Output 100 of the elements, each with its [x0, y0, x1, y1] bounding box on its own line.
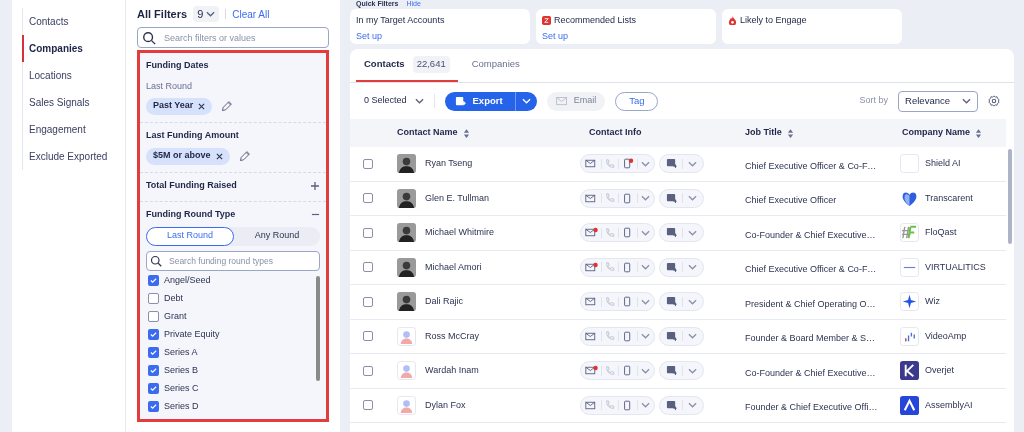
company-name[interactable]: Shield AI [925, 157, 961, 171]
tab[interactable]: Contacts 22,641 [356, 49, 458, 82]
option-label: Grant [164, 309, 187, 323]
column-header[interactable]: Job Title [745, 126, 782, 140]
nav-item[interactable]: Contacts [22, 8, 125, 35]
export-group[interactable] [659, 292, 704, 312]
quick-filter-card[interactable]: Recommended Lists Set up [536, 9, 716, 44]
checkbox[interactable] [148, 329, 159, 340]
contact-name[interactable]: Michael Amori [425, 260, 482, 274]
contact-name[interactable]: Dali Rajic [425, 295, 463, 309]
caret-icon [641, 298, 650, 305]
company-name[interactable]: VIRTUALITICS [925, 260, 986, 274]
export-icon [454, 95, 466, 107]
export-group[interactable] [659, 326, 704, 346]
flame-icon [728, 16, 737, 26]
search-field[interactable]: Search filters or values [137, 27, 329, 48]
card-title: Recommended Lists [554, 14, 637, 27]
contact-info-group[interactable] [580, 292, 655, 312]
export-group[interactable] [659, 223, 704, 243]
avatar-placeholder [397, 326, 416, 346]
expand-icon[interactable] [310, 180, 320, 191]
column-header[interactable]: Contact Info [589, 126, 642, 140]
company-name[interactable]: Wiz [925, 295, 940, 309]
setup-link[interactable]: Set up [356, 29, 524, 43]
nav-item[interactable]: Engagement [22, 116, 125, 143]
scrollbar[interactable] [316, 275, 320, 381]
selection-dropdown[interactable]: 0 Selected [364, 94, 435, 108]
nav-item[interactable]: Exclude Exported [22, 143, 125, 170]
avatar-figure [397, 188, 416, 208]
company-name[interactable]: FloQast [925, 226, 957, 240]
sort-dropdown[interactable]: Relevance [898, 90, 978, 112]
company-name[interactable]: Transcarent [925, 191, 973, 205]
count-badge: 22,641 [412, 56, 450, 73]
avatar-placeholder [397, 361, 416, 381]
export-group[interactable] [659, 395, 704, 415]
contact-name[interactable]: Michael Whitmire [425, 226, 494, 240]
column-header[interactable]: Company Name [902, 126, 971, 140]
contact-name[interactable]: Glen E. Tullman [425, 191, 490, 205]
column-header[interactable]: Contact Name [397, 126, 458, 140]
phone-icon [605, 262, 615, 273]
contact-info-group[interactable] [580, 395, 655, 415]
contact-info-group[interactable] [580, 154, 655, 174]
settings-icon[interactable] [988, 95, 1000, 107]
quick-filter-card[interactable]: Likely to Engage [722, 9, 902, 44]
export-group[interactable] [659, 361, 704, 381]
company-name[interactable]: AssemblyAI [925, 398, 973, 412]
segment-tab[interactable]: Last Round [146, 226, 234, 246]
edit-icon[interactable] [237, 149, 251, 163]
export-group[interactable] [659, 188, 704, 208]
email-button[interactable]: Email [546, 91, 606, 111]
company-name[interactable]: Overjet [925, 364, 954, 378]
checkbox[interactable] [362, 193, 373, 204]
nav-item[interactable]: Sales Signals [22, 89, 125, 116]
contact-name[interactable]: Wardah Inam [425, 364, 479, 378]
company-name[interactable]: VideoAmp [925, 329, 967, 343]
checkbox[interactable] [362, 296, 373, 307]
checkbox[interactable] [148, 293, 159, 304]
contact-info-group[interactable] [580, 223, 655, 243]
checkbox[interactable] [148, 347, 159, 358]
checkbox[interactable] [148, 275, 159, 286]
checkbox[interactable] [362, 365, 373, 376]
tab[interactable]: Companies [463, 49, 528, 82]
contact-name[interactable]: Dylan Fox [425, 398, 466, 412]
search-icon [142, 31, 156, 45]
caret-icon [641, 229, 650, 236]
checkbox[interactable] [148, 311, 159, 322]
nav-item[interactable]: Locations [22, 62, 125, 89]
checkbox[interactable] [148, 365, 159, 376]
job-title: Co-Founder & Chief Executive… [745, 229, 876, 240]
company-logo [900, 361, 919, 381]
filter-count-dropdown[interactable]: 9 [193, 5, 220, 23]
contact-info-group[interactable] [580, 257, 655, 277]
checkbox[interactable] [148, 401, 159, 412]
filter-chip[interactable]: Past Year [146, 97, 213, 115]
remove-icon [215, 152, 223, 160]
export-group[interactable] [659, 257, 704, 277]
quick-filter-card[interactable]: In my Target Accounts Set up [350, 9, 530, 44]
search-field[interactable]: Search funding round types [146, 250, 320, 271]
checkbox[interactable] [362, 262, 373, 273]
checkbox[interactable] [362, 158, 373, 169]
caret-icon [641, 367, 650, 374]
segment-tab[interactable]: Any Round [234, 226, 320, 246]
checkbox[interactable] [362, 227, 373, 238]
caret-icon [688, 160, 697, 167]
avatar-figure [397, 257, 416, 277]
filter-chip[interactable]: $5M or above [146, 147, 230, 165]
contact-info-group[interactable] [580, 188, 655, 208]
option-label: Series B [164, 363, 198, 377]
setup-link[interactable]: Set up [542, 29, 710, 43]
contact-info-group[interactable] [580, 361, 655, 381]
scrollbar[interactable] [1008, 149, 1012, 244]
checkbox[interactable] [362, 331, 373, 342]
checkbox[interactable] [148, 383, 159, 394]
edit-icon[interactable] [220, 99, 234, 113]
contact-name[interactable]: Ross McCray [425, 329, 479, 343]
clear-all-link[interactable]: Clear All [232, 6, 270, 22]
contact-info-group[interactable] [580, 326, 655, 346]
checkbox[interactable] [362, 400, 373, 411]
export-group[interactable] [659, 154, 704, 174]
contact-name[interactable]: Ryan Tseng [425, 157, 473, 171]
